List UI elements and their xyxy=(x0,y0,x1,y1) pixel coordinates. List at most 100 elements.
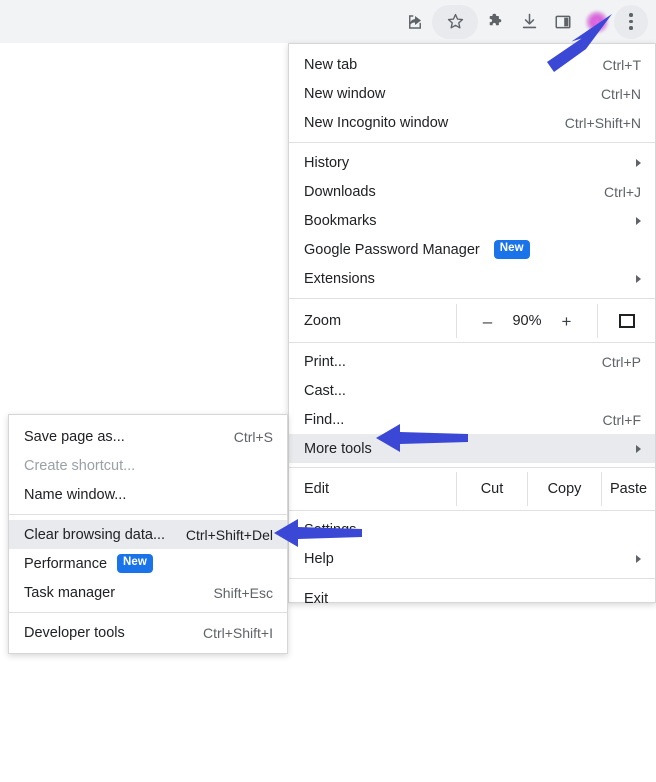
submenu-item-clear-browsing-data[interactable]: Clear browsing data... Ctrl+Shift+Del xyxy=(9,520,287,549)
menu-item-label: New window xyxy=(304,85,386,102)
menu-item-label: Exit xyxy=(304,590,329,607)
submenu-separator xyxy=(9,514,287,515)
submenu-item-label: Performance xyxy=(24,555,108,572)
edit-cut-label: Cut xyxy=(480,481,504,497)
submenu-item-label: Developer tools xyxy=(24,624,125,641)
menu-row-edit: Edit Cut Copy Paste xyxy=(289,472,655,506)
menu-item-label: Settings xyxy=(304,521,357,538)
submenu-item-accelerator: Ctrl+S xyxy=(233,428,273,445)
share-icon[interactable] xyxy=(398,5,432,39)
submenu-item-name-window[interactable]: Name window... xyxy=(9,480,287,509)
menu-item-label: Downloads xyxy=(304,183,376,200)
fullscreen-cell[interactable] xyxy=(597,304,655,338)
avatar-blob-icon xyxy=(586,10,608,33)
edit-copy-label: Copy xyxy=(547,481,582,497)
menu-item-print[interactable]: Print... Ctrl+P xyxy=(289,347,655,376)
three-dots-glyph xyxy=(629,13,633,30)
menu-item-accelerator: Ctrl+N xyxy=(600,85,641,102)
new-badge: New xyxy=(117,554,153,573)
zoom-label: Zoom xyxy=(304,313,342,329)
submenu-item-performance[interactable]: Performance New xyxy=(9,549,287,578)
browser-toolbar xyxy=(0,0,656,43)
menu-item-label: Help xyxy=(304,550,334,567)
menu-separator xyxy=(289,298,655,299)
zoom-in-button[interactable]: + xyxy=(560,313,574,330)
menu-item-label: Print... xyxy=(304,353,346,370)
menu-item-settings[interactable]: Settings xyxy=(289,515,655,544)
menu-item-label: New tab xyxy=(304,56,358,73)
profile-avatar[interactable] xyxy=(580,5,614,39)
submenu-item-save-page-as[interactable]: Save page as... Ctrl+S xyxy=(9,422,287,451)
submenu-item-create-shortcut: Create shortcut... xyxy=(9,451,287,480)
three-dot-menu-icon[interactable] xyxy=(614,4,648,39)
edit-cut-button[interactable]: Cut xyxy=(456,472,527,506)
menu-item-label: Bookmarks xyxy=(304,212,377,229)
submenu-item-label: Clear browsing data... xyxy=(24,526,166,543)
menu-item-more-tools[interactable]: More tools xyxy=(289,434,655,463)
edit-copy-button[interactable]: Copy xyxy=(527,472,601,506)
menu-item-accelerator: Ctrl+J xyxy=(604,183,641,200)
menu-item-accelerator: Ctrl+P xyxy=(601,353,641,370)
chevron-right-icon xyxy=(636,216,641,225)
zoom-controls-cell: – 90% + xyxy=(456,304,597,338)
menu-separator xyxy=(289,142,655,143)
menu-item-help[interactable]: Help xyxy=(289,544,655,573)
menu-item-label: New Incognito window xyxy=(304,114,449,131)
menu-item-label: Extensions xyxy=(304,270,375,287)
menu-item-extensions[interactable]: Extensions xyxy=(289,264,655,293)
chevron-right-icon xyxy=(636,274,641,283)
submenu-separator xyxy=(9,612,287,613)
submenu-item-label: Name window... xyxy=(24,486,127,503)
submenu-item-task-manager[interactable]: Task manager Shift+Esc xyxy=(9,578,287,607)
menu-item-accelerator: Ctrl+F xyxy=(602,411,642,428)
menu-separator xyxy=(289,467,655,468)
menu-item-cast[interactable]: Cast... xyxy=(289,376,655,405)
submenu-item-label: Create shortcut... xyxy=(24,457,136,474)
menu-item-accelerator: Ctrl+Shift+N xyxy=(564,114,641,131)
new-badge: New xyxy=(493,240,530,259)
submenu-item-label: Task manager xyxy=(24,584,116,601)
toolbar-icon-group xyxy=(398,0,648,43)
menu-item-new-tab[interactable]: New tab Ctrl+T xyxy=(289,50,655,79)
menu-item-downloads[interactable]: Downloads Ctrl+J xyxy=(289,177,655,206)
menu-separator xyxy=(289,342,655,343)
edit-label: Edit xyxy=(304,481,329,497)
edit-paste-label: Paste xyxy=(609,481,648,497)
chevron-right-icon xyxy=(636,554,641,563)
zoom-out-button[interactable]: – xyxy=(480,313,494,330)
more-tools-submenu: Save page as... Ctrl+S Create shortcut..… xyxy=(8,414,288,654)
zoom-label-cell: Zoom xyxy=(289,304,456,338)
extensions-puzzle-icon[interactable] xyxy=(478,5,512,39)
edit-paste-button[interactable]: Paste xyxy=(601,472,655,506)
menu-item-new-window[interactable]: New window Ctrl+N xyxy=(289,79,655,108)
bookmark-star-icon[interactable] xyxy=(432,4,478,39)
menu-item-new-incognito-window[interactable]: New Incognito window Ctrl+Shift+N xyxy=(289,108,655,137)
submenu-item-accelerator: Shift+Esc xyxy=(213,584,273,601)
fullscreen-icon[interactable] xyxy=(618,314,635,328)
menu-item-label: Find... xyxy=(304,411,345,428)
submenu-item-accelerator: Ctrl+Shift+Del xyxy=(185,526,273,543)
edit-label-cell: Edit xyxy=(289,472,456,506)
menu-row-zoom: Zoom – 90% + xyxy=(289,304,655,338)
menu-item-bookmarks[interactable]: Bookmarks xyxy=(289,206,655,235)
menu-item-exit[interactable]: Exit xyxy=(289,584,655,613)
zoom-level-value: 90% xyxy=(512,313,542,329)
menu-item-accelerator: Ctrl+T xyxy=(602,56,642,73)
menu-item-find[interactable]: Find... Ctrl+F xyxy=(289,405,655,434)
submenu-item-accelerator: Ctrl+Shift+I xyxy=(202,624,273,641)
menu-item-label: Google Password Manager xyxy=(304,241,480,258)
chevron-right-icon xyxy=(636,158,641,167)
menu-separator xyxy=(289,578,655,579)
chevron-right-icon xyxy=(636,444,641,453)
menu-item-label: Cast... xyxy=(304,382,346,399)
menu-item-label: History xyxy=(304,154,350,171)
side-panel-icon[interactable] xyxy=(546,5,580,39)
submenu-item-developer-tools[interactable]: Developer tools Ctrl+Shift+I xyxy=(9,618,287,647)
menu-separator xyxy=(289,510,655,511)
menu-item-google-password-manager[interactable]: Google Password Manager New xyxy=(289,235,655,264)
chrome-main-menu: New tab Ctrl+T New window Ctrl+N New Inc… xyxy=(288,43,656,607)
submenu-item-label: Save page as... xyxy=(24,428,125,445)
downloads-icon[interactable] xyxy=(512,5,546,39)
menu-item-label: More tools xyxy=(304,440,372,457)
menu-item-history[interactable]: History xyxy=(289,148,655,177)
